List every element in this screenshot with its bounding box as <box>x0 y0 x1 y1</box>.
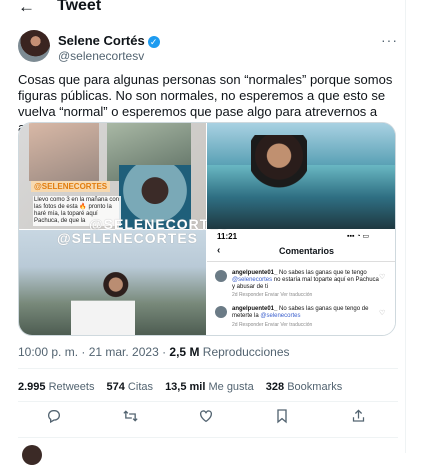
media-tag: @SELENECORTES <box>31 181 111 192</box>
media-image-1[interactable]: @SELENECORTES Llevo como 3 en la mañana … <box>19 123 229 232</box>
action-bar <box>18 408 398 432</box>
reply-icon[interactable] <box>42 408 66 432</box>
comment-text: angelpuente01_ No sabes las ganas que te… <box>232 270 379 290</box>
media-watermark: @SELENECORTES <box>57 230 199 246</box>
reply-composer-avatar <box>22 445 42 465</box>
arrow-left-icon[interactable]: ← <box>18 0 35 17</box>
verified-check-icon: ✓ <box>147 36 160 48</box>
chevron-left-icon: ‹ <box>217 245 221 256</box>
divider <box>18 437 398 438</box>
avatar[interactable] <box>18 30 50 62</box>
tweet-timestamp[interactable]: 10:00 p. m. · 21 mar. 2023 · <box>18 345 169 359</box>
heart-icon: ♡ <box>379 274 386 281</box>
media-image-4[interactable]: 11:21 ▪▪▪ ◔ ▭ ‹ Comentarios angelpuente0… <box>207 230 395 335</box>
top-bar: ← Tweet <box>0 0 405 18</box>
author-name-row[interactable]: Selene Cortés ✓ <box>58 33 160 48</box>
comment-avatar <box>215 306 227 318</box>
divider <box>18 401 398 402</box>
more-options-icon[interactable]: ··· <box>381 32 398 48</box>
comment-text: angelpuente01_ No sabes las ganas que te… <box>232 306 369 319</box>
likes-stat[interactable]: 13,5 mil Me gusta <box>165 381 254 393</box>
phone-status-icons: ▪▪▪ ◔ ▭ <box>347 233 370 240</box>
comments-header: ‹ Comentarios <box>207 243 395 262</box>
media-image-3[interactable]: @SELENECORTES <box>19 230 206 335</box>
tweet-meta: 10:00 p. m. · 21 mar. 2023 · 2,5 M Repro… <box>18 345 290 359</box>
tweet-stats: 2.995 Retweets 574 Citas 13,5 mil Me gus… <box>18 381 351 393</box>
phone-time: 11:21 <box>217 232 238 241</box>
media-image-2[interactable] <box>207 123 395 229</box>
photo-thumb <box>29 123 99 181</box>
bookmark-icon[interactable] <box>270 408 294 432</box>
divider <box>18 368 398 369</box>
view-count: 2,5 M <box>169 345 200 359</box>
heart-icon: ♡ <box>379 310 386 317</box>
quotes-stat[interactable]: 574 Citas <box>107 381 153 393</box>
tweet-page: ← Tweet Selene Cortés ✓ @selenecortesv ··… <box>0 0 406 465</box>
tweet-media-grid[interactable]: @SELENECORTES Llevo como 3 en la mañana … <box>18 122 396 336</box>
comment-meta: 2d Responder Enviar Ver traducción <box>232 292 313 298</box>
bookmarks-stat[interactable]: 328 Bookmarks <box>266 381 342 393</box>
retweet-icon[interactable] <box>118 408 142 432</box>
author-handle[interactable]: @selenecortesv <box>58 49 144 63</box>
retweets-stat[interactable]: 2.995 Retweets <box>18 381 94 393</box>
comments-title: Comentarios <box>279 246 335 256</box>
comment-avatar <box>215 270 227 282</box>
share-icon[interactable] <box>346 408 370 432</box>
view-label: Reproducciones <box>199 345 290 359</box>
page-title: Tweet <box>57 0 102 14</box>
photo-subject <box>71 248 135 335</box>
photo-subject <box>251 135 307 229</box>
comment-meta: 2d Responder Enviar Ver traducción <box>232 322 313 328</box>
author-name[interactable]: Selene Cortés <box>58 33 145 48</box>
like-icon[interactable] <box>194 408 218 432</box>
